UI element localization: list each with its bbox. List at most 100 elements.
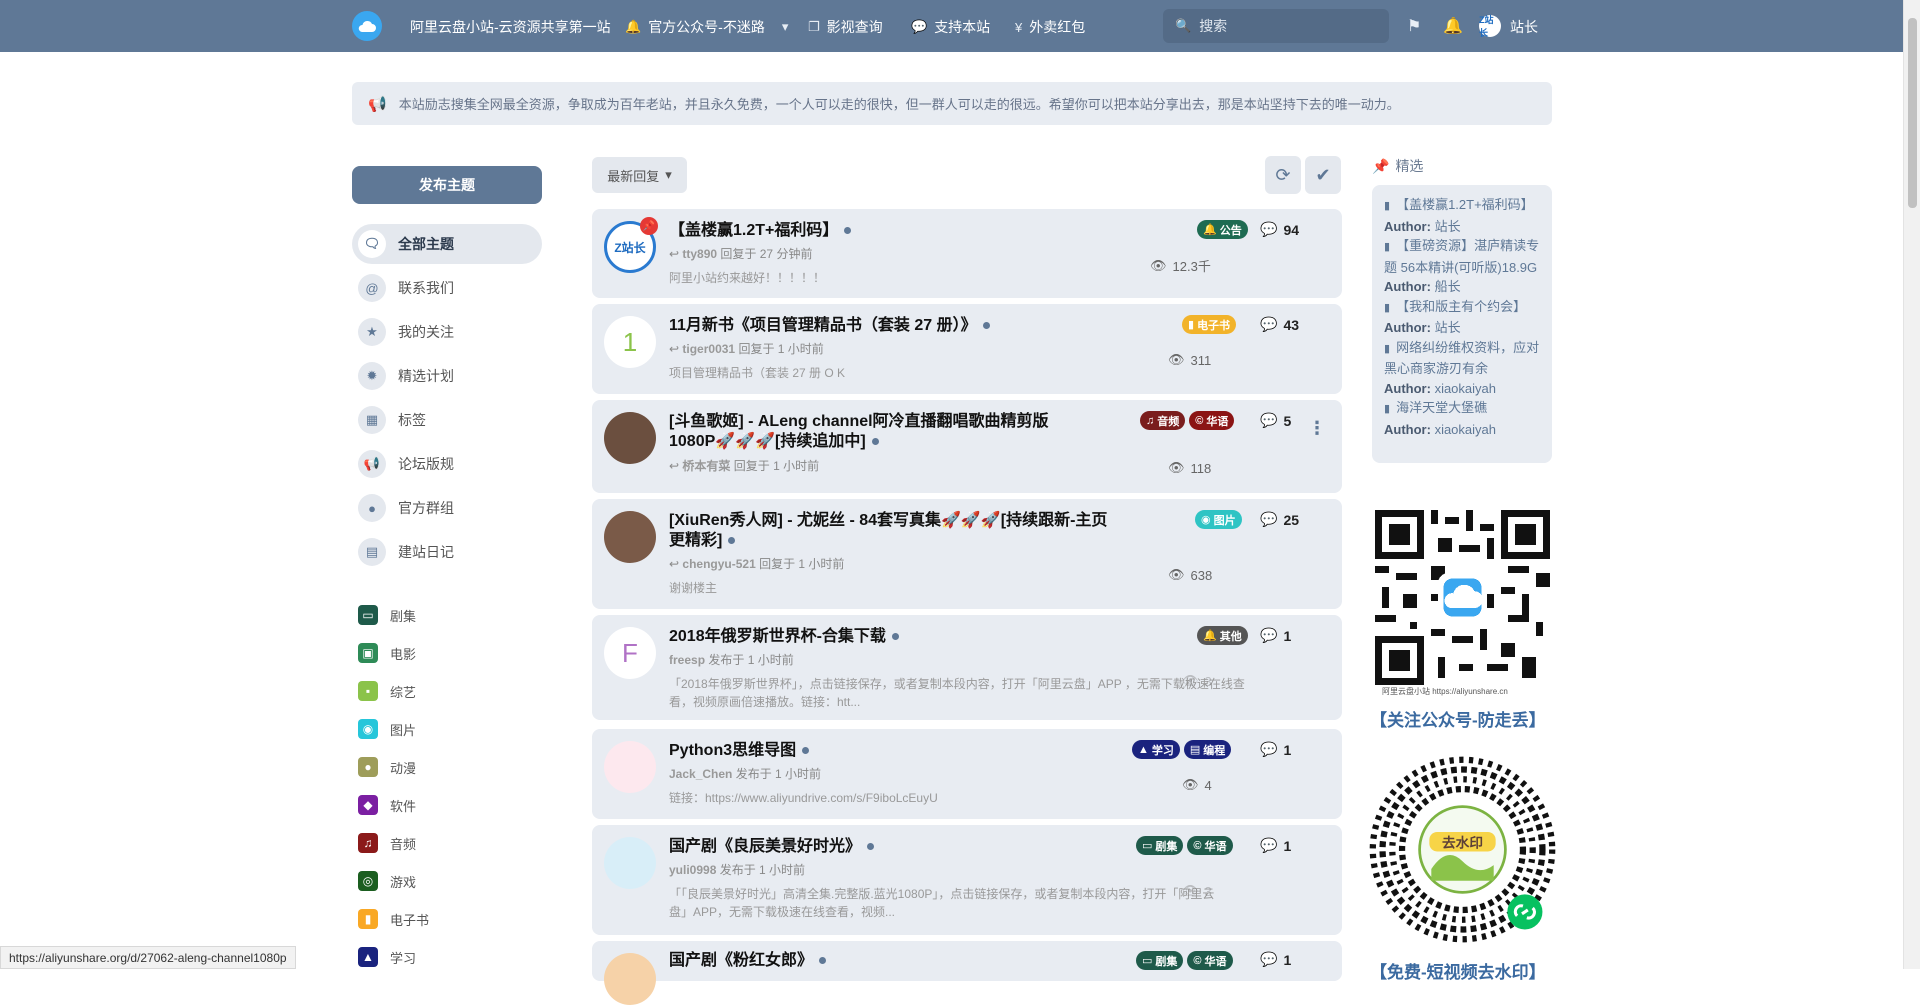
notification-bell-icon[interactable]: 🔔 — [1443, 16, 1463, 36]
comment-icon: 💬 — [1260, 837, 1278, 853]
discussion-title[interactable]: 国产剧《良辰美景好时光》 — [669, 837, 875, 857]
tag-badge[interactable]: ◉ 图片 — [1195, 510, 1242, 529]
discussion-excerpt: 链接：https://www.aliyundrive.com/s/F9iboLc… — [669, 791, 938, 805]
refresh-button[interactable]: ⟳ — [1265, 156, 1301, 194]
tag-badge[interactable]: © 华语 — [1187, 951, 1233, 970]
site-title[interactable]: 阿里云盘小站-云资源共享第一站 — [410, 17, 611, 37]
sidebar-item-groups[interactable]: ● 官方群组 — [352, 488, 542, 528]
discussion-item[interactable]: [XiuRen秀人网] - 尤妮丝 - 84套写真集🚀🚀🚀[持续跟新-主页更精彩… — [592, 499, 1342, 609]
nav-support[interactable]: 💬 支持本站 — [911, 17, 990, 37]
featured-item-title[interactable]: 网络纠纷维权资料，应对黑心商家游刃有余 — [1384, 338, 1542, 379]
sidebar-tag-ebooks[interactable]: ▮ 电子书 — [358, 909, 429, 929]
sidebar-item-tags[interactable]: ▦ 标签 — [352, 400, 542, 440]
tag-label: 电影 — [390, 646, 417, 662]
sidebar-tag-movie[interactable]: ▣ 电影 — [358, 643, 416, 663]
discussion-item[interactable]: Z站长 📌 【盖楼赢1.2T+福利码】 ↩ tty890 回复于 27 分钟前 … — [592, 209, 1342, 298]
flag-icon[interactable]: ⚑ — [1407, 16, 1421, 36]
discussion-title[interactable]: 2018年俄罗斯世界杯-合集下载 — [669, 627, 899, 647]
nav-movie-search[interactable]: ❐ 影视查询 — [808, 17, 883, 37]
sidebar-item-label: 精选计划 — [398, 368, 454, 384]
search-input[interactable] — [1199, 18, 1380, 34]
featured-item-title[interactable]: 【盖楼赢1.2T+福利码】 — [1384, 195, 1542, 217]
site-logo[interactable] — [352, 11, 382, 41]
sidebar-tag-software[interactable]: ◆ 软件 — [358, 795, 416, 815]
discussion-excerpt: 项目管理精品书（套装 27 册 O K — [669, 366, 846, 380]
tag-badge[interactable]: ♫ 音频 — [1140, 411, 1186, 430]
sidebar-tag-anime[interactable]: ● 动漫 — [358, 757, 416, 777]
discussion-title[interactable]: Python3思维导图 — [669, 741, 810, 761]
tag-badge[interactable]: ▲ 学习 — [1132, 740, 1180, 759]
sidebar-tag-images[interactable]: ◉ 图片 — [358, 719, 416, 739]
tag-badge[interactable]: © 华语 — [1189, 411, 1235, 430]
username[interactable]: 站长 — [1510, 17, 1538, 37]
search-box[interactable]: 🔍 — [1163, 9, 1389, 43]
comments-icon: 🗨 — [358, 230, 386, 258]
discussion-excerpt: 「2018年俄罗斯世界杯」，点击链接保存，或者复制本段内容，打开「阿里云盘」AP… — [669, 677, 1245, 709]
sort-dropdown[interactable]: 最新回复 ▾ — [592, 157, 687, 193]
author-avatar[interactable] — [604, 953, 656, 1005]
discussion-title[interactable]: 【盖楼赢1.2T+福利码】 — [669, 221, 852, 241]
tag-badge[interactable]: 🔔 公告 — [1197, 220, 1248, 239]
discussion-item[interactable]: 国产剧《粉红女郎》 ▭ 剧集 © 华语 💬 1 — [592, 941, 1342, 1005]
sidebar-tag-audio[interactable]: ♫ 音频 — [358, 833, 416, 853]
author-avatar[interactable] — [604, 837, 656, 889]
tag-badge[interactable]: © 华语 — [1187, 836, 1233, 855]
more-options-icon[interactable]: ⋮ — [1308, 418, 1326, 439]
discussion-title[interactable]: [斗鱼歌姬] - ALeng channel阿冷直播翻唱歌曲精剪版1080P🚀🚀… — [669, 412, 1069, 452]
sidebar-tag-games[interactable]: ◎ 游戏 — [358, 871, 416, 891]
sidebar-item-following[interactable]: ★ 我的关注 — [352, 312, 542, 352]
author-avatar[interactable]: F — [604, 627, 656, 679]
comment-icon: 💬 — [1260, 221, 1278, 237]
discussion-excerpt: 谢谢楼主 — [669, 581, 718, 595]
featured-item-title[interactable]: 海洋天堂大堡礁 — [1384, 398, 1542, 420]
top-navbar: 阿里云盘小站-云资源共享第一站 🔔 官方公众号-不迷路 ▾ ❐ 影视查询 💬 支… — [0, 0, 1920, 52]
discussion-tags: ▭ 剧集 © 华语 — [1136, 836, 1233, 855]
discussion-meta: Jack_Chen 发布于 1 小时前 — [669, 767, 822, 781]
discussion-item[interactable]: 国产剧《良辰美景好时光》 yuli0998 发布于 1 小时前 「「良辰美景好时… — [592, 825, 1342, 935]
discussion-item[interactable]: F 2018年俄罗斯世界杯-合集下载 freesp 发布于 1 小时前 「201… — [592, 615, 1342, 720]
nav-takeout[interactable]: ¥ 外卖红包 — [1015, 17, 1085, 37]
sidebar-item-featured[interactable]: ✹ 精选计划 — [352, 356, 542, 396]
discussion-title[interactable]: 11月新书《项目管理精品书（套装 27 册）》 — [669, 316, 990, 336]
new-discussion-button[interactable]: 发布主题 — [352, 166, 542, 204]
nav-official-account[interactable]: 🔔 官方公众号-不迷路 ▾ — [625, 17, 788, 37]
discussion-item[interactable]: [斗鱼歌姬] - ALeng channel阿冷直播翻唱歌曲精剪版1080P🚀🚀… — [592, 400, 1342, 493]
eye-icon: 👁 — [1168, 460, 1185, 475]
tag-badge[interactable]: 🔔 其他 — [1197, 626, 1248, 645]
sidebar-item-label: 联系我们 — [398, 280, 454, 296]
scrollbar-thumb[interactable] — [1908, 18, 1917, 208]
discussion-meta: ↩ 桥本有菜 回复于 1 小时前 — [669, 459, 820, 473]
tag-badge[interactable]: ▮ 电子书 — [1182, 315, 1237, 334]
tag-badge[interactable]: ▭ 剧集 — [1136, 836, 1184, 855]
user-avatar[interactable]: Z站长 — [1479, 15, 1501, 38]
sidebar-item-all[interactable]: 🗨 全部主题 — [352, 224, 542, 264]
sidebar-tag-drama[interactable]: ▭ 剧集 — [358, 605, 416, 625]
discussion-title[interactable]: [XiuRen秀人网] - 尤妮丝 - 84套写真集🚀🚀🚀[持续跟新-主页更精彩… — [669, 511, 1109, 551]
sidebar-item-diary[interactable]: ▤ 建站日记 — [352, 532, 542, 572]
bell-icon: 🔔 — [625, 19, 642, 34]
eye-icon: 👁 — [1182, 883, 1199, 898]
page-scrollbar[interactable] — [1903, 0, 1920, 969]
featured-item-title[interactable]: 【我和版主有个约会】 — [1384, 297, 1542, 319]
sidebar-item-rules[interactable]: 📢 论坛版规 — [352, 444, 542, 484]
tag-badge[interactable]: ▤ 编程 — [1183, 740, 1232, 759]
tag-label: 图片 — [390, 722, 417, 738]
author-avatar[interactable] — [604, 511, 656, 563]
sidebar-tag-variety[interactable]: ▪ 综艺 — [358, 681, 416, 701]
sidebar-item-contact[interactable]: @ 联系我们 — [352, 268, 542, 308]
mark-all-read-button[interactable]: ✔ — [1305, 156, 1341, 194]
at-icon: @ — [358, 274, 386, 302]
discussion-item[interactable]: Python3思维导图 Jack_Chen 发布于 1 小时前 链接：https… — [592, 729, 1342, 819]
discussion-title[interactable]: 国产剧《粉红女郎》 — [669, 951, 827, 971]
featured-item-title[interactable]: 【重磅资源】湛庐精读专题 56本精讲(可听版)18.9G — [1384, 236, 1542, 277]
tag-label: 剧集 — [390, 608, 417, 624]
discussion-item[interactable]: 1 11月新书《项目管理精品书（套装 27 册）》 ↩ tiger0031 回复… — [592, 304, 1342, 394]
author-avatar[interactable] — [604, 741, 656, 793]
comment-icon: 💬 — [1260, 951, 1278, 967]
author-avatar[interactable] — [604, 412, 656, 464]
tag-badge[interactable]: ▭ 剧集 — [1136, 951, 1184, 970]
author-avatar[interactable]: 1 — [604, 316, 656, 368]
tag-label: 动漫 — [390, 760, 417, 776]
featured-item-author: Author: xiaokaiyah — [1384, 380, 1496, 396]
sidebar-tag-study[interactable]: ▲ 学习 — [358, 947, 416, 967]
